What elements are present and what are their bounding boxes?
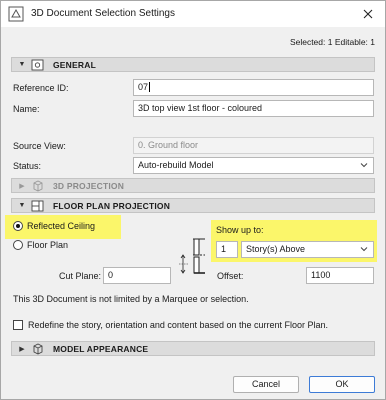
3d-projection-section-header[interactable]: ▶ 3D PROJECTION xyxy=(11,178,375,193)
reference-id-value: 07 xyxy=(138,82,149,92)
close-button[interactable] xyxy=(351,1,385,27)
redefine-checkbox[interactable]: Redefine the story, orientation and cont… xyxy=(13,320,328,330)
cut-plane-label: Cut Plane: xyxy=(59,271,102,281)
3d-projection-section-title: 3D PROJECTION xyxy=(53,180,125,191)
cut-plane-diagram-icon xyxy=(179,238,205,274)
ok-button[interactable]: OK xyxy=(309,376,375,393)
floor-plan-radio[interactable]: Floor Plan xyxy=(13,240,68,250)
text-caret xyxy=(149,82,151,92)
status-label: Status: xyxy=(13,161,42,171)
floor-plan-label: Floor Plan xyxy=(27,240,69,250)
show-up-to-label: Show up to: xyxy=(216,225,264,235)
radio-selected-icon xyxy=(13,221,23,231)
name-value: 3D top view 1st floor - coloured xyxy=(138,103,263,113)
redefine-label: Redefine the story, orientation and cont… xyxy=(28,320,329,330)
window-title: 3D Document Selection Settings xyxy=(31,8,175,19)
title-bar: 3D Document Selection Settings xyxy=(1,1,385,27)
general-section-title: GENERAL xyxy=(53,59,96,70)
app-icon xyxy=(8,6,24,22)
selection-summary: Selected: 1 Editable: 1 xyxy=(289,37,375,47)
reflected-ceiling-label: Reflected Ceiling xyxy=(27,221,96,231)
show-up-to-number: 1 xyxy=(221,244,227,254)
name-field[interactable]: 3D top view 1st floor - coloured xyxy=(133,100,374,117)
cancel-button[interactable]: Cancel xyxy=(233,376,299,393)
reference-id-field[interactable]: 07 xyxy=(133,79,374,96)
status-select[interactable]: Auto-rebuild Model xyxy=(133,157,374,174)
source-view-label: Source View: xyxy=(13,141,66,151)
reflected-ceiling-radio[interactable]: Reflected Ceiling xyxy=(13,221,95,231)
expanded-triangle-icon: ▼ xyxy=(18,202,26,209)
close-icon xyxy=(363,9,373,19)
collapsed-triangle-icon: ▶ xyxy=(19,182,25,190)
collapsed-triangle-icon: ▶ xyxy=(19,345,25,353)
general-section-header[interactable]: ▼ GENERAL xyxy=(11,57,375,72)
chevron-down-icon xyxy=(360,247,368,252)
show-up-to-number-field[interactable]: 1 xyxy=(216,241,238,258)
floor-plan-icon xyxy=(31,200,44,211)
show-up-to-unit: Story(s) Above xyxy=(246,244,306,254)
cut-plane-field[interactable]: 0 xyxy=(103,267,171,284)
radio-unselected-icon xyxy=(13,240,23,250)
source-view-field: 0. Ground floor xyxy=(133,137,374,154)
offset-value: 1100 xyxy=(311,270,331,280)
settings-page-icon xyxy=(31,59,44,70)
cube-icon xyxy=(33,342,43,355)
name-label: Name: xyxy=(13,104,40,114)
model-appearance-section-header[interactable]: ▶ MODEL APPEARANCE xyxy=(11,341,375,356)
expanded-triangle-icon: ▼ xyxy=(18,61,26,68)
show-up-to-unit-select[interactable]: Story(s) Above xyxy=(241,241,374,258)
floor-plan-projection-section-title: FLOOR PLAN PROJECTION xyxy=(53,200,171,211)
reference-id-label: Reference ID: xyxy=(13,83,69,93)
offset-label: Offset: xyxy=(217,271,244,281)
chevron-down-icon xyxy=(360,163,368,168)
status-value: Auto-rebuild Model xyxy=(138,160,214,170)
marquee-message: This 3D Document is not limited by a Mar… xyxy=(13,294,249,304)
cube-icon xyxy=(33,179,43,192)
cut-plane-value: 0 xyxy=(108,270,114,280)
dialog-window: 3D Document Selection Settings Selected:… xyxy=(0,0,386,400)
checkbox-unchecked-icon xyxy=(13,320,23,330)
source-view-value: 0. Ground floor xyxy=(138,140,199,150)
floor-plan-projection-section-header[interactable]: ▼ FLOOR PLAN PROJECTION xyxy=(11,198,375,213)
model-appearance-section-title: MODEL APPEARANCE xyxy=(53,343,149,354)
offset-field[interactable]: 1100 xyxy=(306,267,374,284)
